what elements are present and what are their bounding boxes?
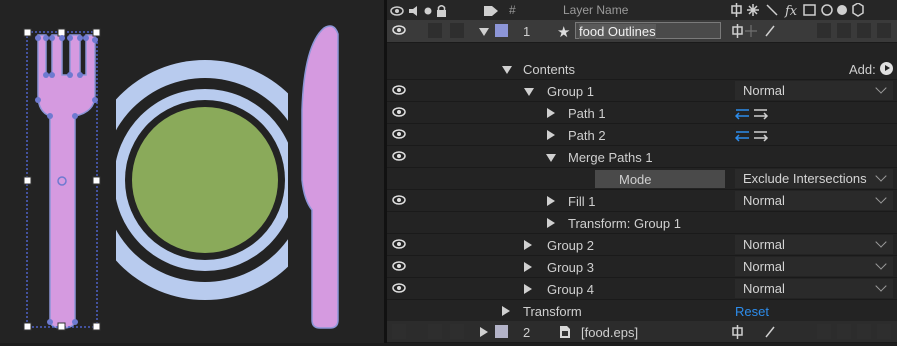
- path-1-label: Path 1: [568, 106, 606, 121]
- hash-column: #: [509, 3, 516, 17]
- layer-row-1[interactable]: 1 ★ food Outlines: [387, 20, 897, 43]
- av-switches-icons: [390, 5, 446, 17]
- fill-1-label: Fill 1: [568, 194, 596, 209]
- merge-paths-row[interactable]: Merge Paths 1: [387, 146, 897, 168]
- group-3-row[interactable]: Group 3 Normal: [387, 256, 897, 278]
- group-4-blend-mode-dropdown[interactable]: Normal: [735, 279, 893, 298]
- merge-paths-label: Merge Paths 1: [568, 150, 653, 165]
- group-2-expand-icon[interactable]: [524, 240, 532, 250]
- contents-row[interactable]: Contents Add:: [387, 58, 897, 80]
- mode-row[interactable]: Mode Exclude Intersections: [387, 168, 897, 190]
- eye-icon[interactable]: [392, 150, 406, 162]
- group-2-blend-mode-dropdown[interactable]: Normal: [735, 235, 893, 254]
- group-2-row[interactable]: Group 2 Normal: [387, 234, 897, 256]
- fill-1-blend-mode-dropdown[interactable]: Normal: [735, 191, 893, 210]
- eye-icon[interactable]: [392, 238, 406, 250]
- eye-icon[interactable]: [392, 84, 406, 96]
- layer-1-switches[interactable]: [731, 24, 791, 38]
- eye-icon[interactable]: [392, 194, 406, 206]
- transform-group-1-expand-icon[interactable]: [547, 218, 555, 228]
- mode-label: Mode: [619, 172, 652, 187]
- path-1-expand-icon[interactable]: [547, 108, 555, 118]
- label-color-swatch[interactable]: [495, 325, 508, 338]
- layer-2-switches[interactable]: [731, 325, 791, 339]
- transform-label: Transform: [523, 304, 582, 319]
- contents-collapse-icon[interactable]: [502, 66, 512, 74]
- footage-file-icon: [560, 326, 570, 338]
- layer-name-field[interactable]: food Outlines: [579, 24, 656, 39]
- group-3-blend-mode-dropdown[interactable]: Normal: [735, 257, 893, 276]
- group-3-label: Group 3: [547, 260, 594, 275]
- group-1-blend-mode-dropdown[interactable]: Normal: [735, 81, 893, 100]
- label-color-swatch[interactable]: [495, 24, 508, 37]
- group-1-row[interactable]: Group 1 Normal: [387, 80, 897, 102]
- composition-viewer[interactable]: [0, 0, 384, 343]
- group-1-collapse-icon[interactable]: [524, 88, 534, 96]
- eye-icon[interactable]: [392, 24, 406, 36]
- food-artwork[interactable]: [0, 0, 384, 343]
- path-direction-icon[interactable]: [735, 106, 771, 120]
- timeline-panel: # Layer Name fx 1 ★ food Outlines Conten…: [387, 0, 897, 343]
- add-button[interactable]: [880, 62, 893, 75]
- transform-expand-icon[interactable]: [502, 306, 510, 316]
- column-header: # Layer Name fx: [387, 0, 897, 21]
- chevron-down-icon: [875, 192, 887, 204]
- layer-number: 2: [523, 325, 531, 340]
- group-4-label: Group 4: [547, 282, 594, 297]
- group-3-expand-icon[interactable]: [524, 262, 532, 272]
- merge-paths-collapse-icon[interactable]: [546, 154, 556, 162]
- layer-1-collapse-icon[interactable]: [479, 28, 489, 36]
- transform-group-1-row[interactable]: Transform: Group 1: [387, 212, 897, 234]
- path-2-row[interactable]: Path 2: [387, 124, 897, 146]
- star-icon: ★: [557, 24, 571, 41]
- layer-name-column[interactable]: Layer Name: [563, 3, 628, 17]
- add-label: Add:: [849, 62, 876, 77]
- transform-row[interactable]: Transform Reset: [387, 300, 897, 322]
- group-4-expand-icon[interactable]: [524, 284, 532, 294]
- eye-icon[interactable]: [392, 260, 406, 272]
- group-2-label: Group 2: [547, 238, 594, 253]
- path-direction-icon[interactable]: [735, 128, 771, 142]
- chevron-down-icon: [875, 170, 887, 182]
- chevron-down-icon: [875, 280, 887, 292]
- switches-icons: fx: [731, 3, 864, 18]
- path-1-row[interactable]: Path 1: [387, 102, 897, 124]
- reset-link[interactable]: Reset: [735, 304, 769, 319]
- chevron-down-icon: [875, 258, 887, 270]
- group-1-label: Group 1: [547, 84, 594, 99]
- food-circle: [132, 107, 278, 253]
- fill-1-row[interactable]: Fill 1 Normal: [387, 190, 897, 212]
- merge-mode-dropdown[interactable]: Exclude Intersections: [735, 169, 893, 188]
- layer-2-name[interactable]: [food.eps]: [581, 325, 638, 340]
- svg-text:fx: fx: [784, 4, 798, 18]
- chevron-down-icon: [875, 236, 887, 248]
- group-4-row[interactable]: Group 4 Normal: [387, 278, 897, 300]
- chevron-down-icon: [875, 82, 887, 94]
- fill-1-expand-icon[interactable]: [547, 196, 555, 206]
- layer-row-2[interactable]: 2 [food.eps]: [387, 321, 897, 343]
- path-2-label: Path 2: [568, 128, 606, 143]
- label-icon: [484, 6, 498, 16]
- path-2-expand-icon[interactable]: [547, 130, 555, 140]
- layer-2-expand-icon[interactable]: [480, 327, 488, 337]
- transform-group-1-label: Transform: Group 1: [568, 216, 681, 231]
- layer-number: 1: [523, 24, 531, 39]
- contents-label: Contents: [523, 62, 576, 77]
- eye-icon[interactable]: [392, 282, 406, 294]
- eye-icon[interactable]: [392, 128, 406, 140]
- eye-icon[interactable]: [392, 106, 406, 118]
